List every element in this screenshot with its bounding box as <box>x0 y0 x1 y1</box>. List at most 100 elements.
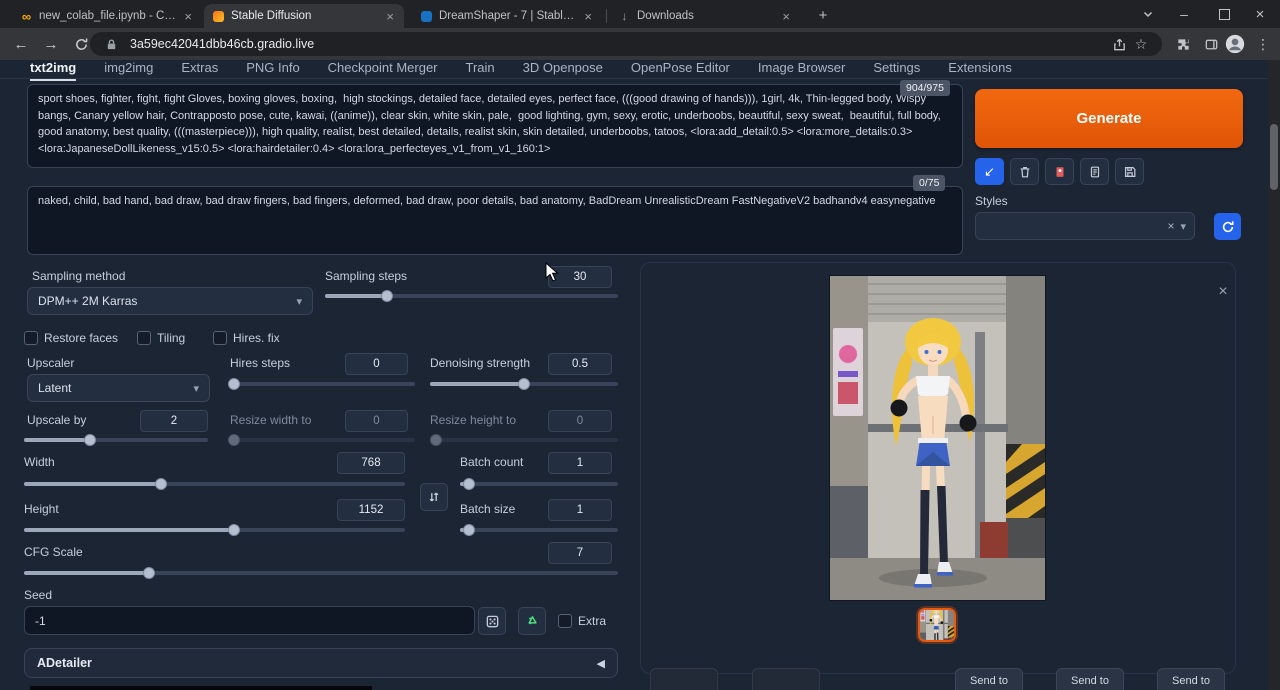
hires-fix-checkbox[interactable] <box>213 331 227 345</box>
tab-openpose-editor[interactable]: OpenPose Editor <box>631 60 730 78</box>
lock-icon <box>100 33 122 55</box>
tab-close-icon[interactable]: × <box>182 10 194 23</box>
browser-tab-title: Stable Diffusion <box>231 10 378 22</box>
accordion-collapsed-icon: ◀ <box>597 657 605 670</box>
window-maximize-button[interactable] <box>1204 0 1244 28</box>
extensions-puzzle-icon[interactable] <box>1172 33 1194 55</box>
upscale-by-slider[interactable] <box>24 433 208 447</box>
hires-steps-value[interactable]: 0 <box>345 353 408 375</box>
tab-png-info[interactable]: PNG Info <box>246 60 299 78</box>
address-bar[interactable]: 3a59ec42041dbb46cb.gradio.live ☆ <box>90 32 1162 56</box>
clear-prompt-button[interactable] <box>1010 158 1039 185</box>
browser-tab-colab[interactable]: ∞ new_colab_file.ipynb - Colaborat × <box>12 4 202 28</box>
tab-close-icon[interactable]: × <box>582 10 594 23</box>
restore-faces-checkbox[interactable] <box>24 331 38 345</box>
prompt-input[interactable]: sport shoes, fighter, fight, fight Glove… <box>27 84 963 168</box>
extra-seed-checkbox[interactable] <box>558 614 572 628</box>
close-preview-icon[interactable]: × <box>1212 281 1234 303</box>
tab-close-icon[interactable]: × <box>780 10 792 23</box>
width-value[interactable]: 768 <box>337 452 405 474</box>
batch-count-slider[interactable] <box>460 477 618 491</box>
resize-width-slider[interactable] <box>230 433 415 447</box>
adetailer-accordion[interactable]: ADetailer ◀ <box>24 648 618 678</box>
tab-close-icon[interactable]: × <box>384 10 396 23</box>
batch-count-label: Batch count <box>460 455 523 469</box>
tab-search-chevron-icon[interactable] <box>1128 0 1168 28</box>
output-zip-button[interactable] <box>752 668 820 690</box>
tiling-checkbox[interactable] <box>137 331 151 345</box>
gradio-favicon <box>212 11 225 22</box>
tab-img2img[interactable]: img2img <box>104 60 153 78</box>
generated-image[interactable] <box>830 276 1045 600</box>
denoising-strength-value[interactable]: 0.5 <box>548 353 612 375</box>
upscaler-dropdown[interactable]: Latent ▾ <box>27 374 210 402</box>
height-slider[interactable] <box>24 523 405 537</box>
browser-tab-stable-diffusion[interactable]: Stable Diffusion × <box>204 4 404 28</box>
sampling-method-selected: DPM++ 2M Karras <box>38 294 137 308</box>
hires-steps-slider[interactable] <box>230 377 415 391</box>
browser-menu-kebab-icon[interactable]: ⋮ <box>1252 33 1274 55</box>
send-to-img2img-button[interactable]: Send to <box>955 668 1023 690</box>
resize-height-label: Resize height to <box>430 413 516 427</box>
resize-height-slider[interactable] <box>430 433 618 447</box>
scrollbar-thumb[interactable] <box>1270 124 1278 190</box>
output-save-button[interactable] <box>650 668 718 690</box>
batch-count-value[interactable]: 1 <box>548 452 612 474</box>
page-scrollbar[interactable] <box>1268 60 1280 690</box>
tab-txt2img[interactable]: txt2img <box>30 60 76 78</box>
styles-refresh-button[interactable] <box>1214 213 1241 240</box>
styles-label: Styles <box>975 194 1008 208</box>
bookmark-star-icon[interactable]: ☆ <box>1130 33 1152 55</box>
tab-checkpoint-merger[interactable]: Checkpoint Merger <box>328 60 438 78</box>
gallery-thumbnail[interactable] <box>918 608 956 642</box>
cfg-scale-slider[interactable] <box>24 566 618 580</box>
seed-input[interactable]: -1 <box>24 606 475 635</box>
send-to-inpaint-button[interactable]: Send to <box>1056 668 1124 690</box>
save-style-button[interactable] <box>1115 158 1144 185</box>
share-icon[interactable] <box>1108 33 1130 55</box>
tab-3d-openpose[interactable]: 3D Openpose <box>523 60 603 78</box>
tab-train[interactable]: Train <box>466 60 495 78</box>
tab-extras[interactable]: Extras <box>181 60 218 78</box>
batch-size-slider[interactable] <box>460 523 618 537</box>
browser-tab-downloads[interactable]: ↓ Downloads × <box>610 4 800 28</box>
apply-styles-button[interactable] <box>1080 158 1109 185</box>
denoising-strength-slider[interactable] <box>430 377 618 391</box>
styles-dropdown[interactable]: × ▾ <box>975 212 1195 240</box>
forward-icon[interactable]: → <box>38 31 64 57</box>
side-panel-icon[interactable] <box>1200 33 1222 55</box>
negative-prompt-input[interactable]: naked, child, bad hand, bad draw, bad dr… <box>27 186 963 255</box>
send-to-extras-button[interactable]: Send to <box>1157 668 1225 690</box>
batch-size-value[interactable]: 1 <box>548 499 612 521</box>
tab-image-browser[interactable]: Image Browser <box>758 60 845 78</box>
browser-tab-dreamshaper[interactable]: DreamShaper - 7 | Stable Diffusi × <box>412 4 602 28</box>
window-close-button[interactable]: × <box>1240 0 1280 28</box>
generate-button[interactable]: Generate <box>975 89 1243 148</box>
chevron-down-icon: ▾ <box>296 295 302 308</box>
reuse-seed-button[interactable] <box>518 607 546 635</box>
colab-favicon: ∞ <box>20 9 33 24</box>
sampling-steps-label: Sampling steps <box>325 269 407 283</box>
upscale-by-value[interactable]: 2 <box>140 410 208 432</box>
sampling-steps-slider[interactable] <box>325 289 618 303</box>
extra-networks-button[interactable] <box>1045 158 1074 185</box>
resize-width-value[interactable]: 0 <box>345 410 408 432</box>
seed-label: Seed <box>24 588 52 602</box>
styles-clear-icon[interactable]: × <box>1167 219 1174 233</box>
resize-height-value[interactable]: 0 <box>548 410 612 432</box>
random-seed-button[interactable] <box>478 607 506 635</box>
swap-width-height-button[interactable] <box>420 483 448 511</box>
window-minimize-button[interactable]: – <box>1164 0 1204 28</box>
back-icon[interactable]: ← <box>8 31 34 57</box>
recycle-icon <box>525 614 540 629</box>
cfg-scale-value[interactable]: 7 <box>548 542 612 564</box>
sampling-method-dropdown[interactable]: DPM++ 2M Karras ▾ <box>27 287 313 315</box>
profile-avatar[interactable] <box>1224 33 1246 55</box>
height-value[interactable]: 1152 <box>337 499 405 521</box>
tab-extensions[interactable]: Extensions <box>948 60 1012 78</box>
tab-settings[interactable]: Settings <box>873 60 920 78</box>
width-slider[interactable] <box>24 477 405 491</box>
paste-params-button[interactable]: ↙ <box>975 158 1004 185</box>
hires-steps-label: Hires steps <box>230 356 290 370</box>
new-tab-button[interactable]: + <box>814 6 832 24</box>
